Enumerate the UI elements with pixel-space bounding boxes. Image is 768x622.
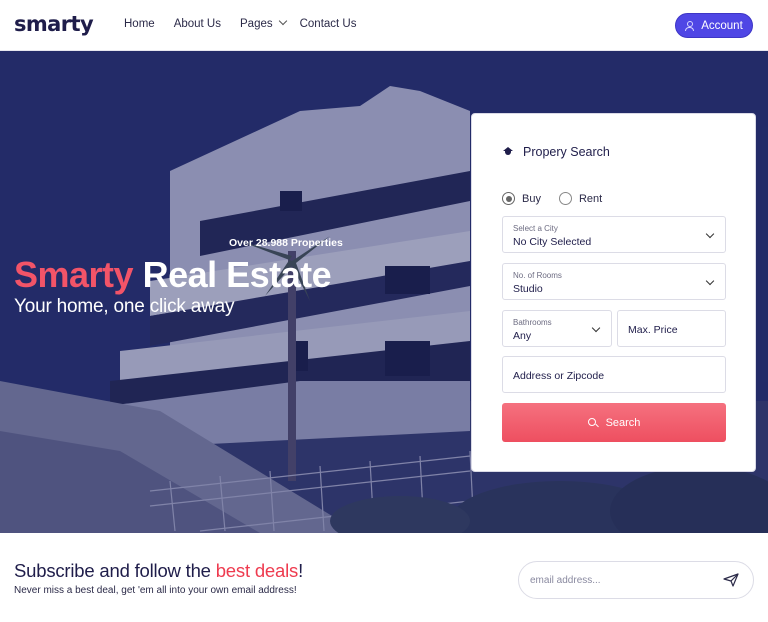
nav-contact-us[interactable]: Contact Us: [300, 18, 357, 30]
address-placeholder: Address or Zipcode: [513, 370, 605, 382]
logo[interactable]: smarty: [14, 12, 94, 36]
rooms-select[interactable]: No. of Rooms Studio: [502, 263, 726, 300]
hero-title: Smarty Real Estate: [14, 254, 332, 296]
account-button[interactable]: Account: [675, 13, 753, 38]
radio-rent-label[interactable]: Rent: [579, 193, 602, 205]
user-icon: [685, 20, 695, 31]
subscribe-title-accent: best deals: [215, 560, 299, 581]
subscribe-title: Subscribe and follow the best deals!: [14, 560, 303, 582]
nav-pages-label: Pages: [240, 18, 273, 30]
chevron-down-icon: [591, 323, 601, 333]
send-icon[interactable]: [723, 573, 739, 587]
email-input[interactable]: email address...: [518, 561, 754, 599]
chevron-down-icon: [705, 229, 715, 239]
max-price-placeholder: Max. Price: [628, 324, 678, 336]
radio-buy-label[interactable]: Buy: [522, 193, 541, 205]
account-label: Account: [701, 19, 743, 32]
hero-subtitle: Your home, one click away: [14, 296, 235, 317]
nav-about-us[interactable]: About Us: [174, 18, 221, 30]
city-select[interactable]: Select a City No City Selected: [502, 216, 726, 253]
property-search-card: Propery Search Buy Rent Select a City No…: [471, 113, 756, 472]
address-input[interactable]: Address or Zipcode: [502, 356, 726, 393]
bathrooms-select[interactable]: Bathrooms Any: [502, 310, 612, 347]
city-select-value: No City Selected: [513, 236, 592, 248]
radio-buy[interactable]: [502, 192, 515, 205]
search-icon: [587, 417, 598, 428]
nav-home[interactable]: Home: [124, 18, 155, 30]
city-select-label: Select a City: [513, 224, 558, 233]
subscribe-text: Never miss a best deal, get 'em all into…: [14, 585, 297, 596]
chevron-down-icon: [705, 276, 715, 286]
hero-title-rest: Real Estate: [133, 254, 332, 295]
nav-pages[interactable]: Pages: [240, 16, 287, 30]
top-navbar: smarty Home About Us Pages Contact Us Ac…: [0, 0, 768, 51]
rooms-select-label: No. of Rooms: [513, 271, 562, 280]
email-placeholder: email address...: [530, 575, 601, 586]
search-card-title-text: Propery Search: [523, 145, 610, 159]
search-card-title: Propery Search: [502, 145, 610, 159]
graduation-cap-icon: [502, 147, 514, 157]
bathrooms-select-label: Bathrooms: [513, 318, 552, 327]
buy-rent-toggle: Buy Rent: [502, 192, 602, 205]
radio-rent[interactable]: [558, 192, 572, 205]
subscribe-title-end: !: [298, 560, 304, 581]
max-price-input[interactable]: Max. Price: [617, 310, 726, 347]
bathrooms-select-value: Any: [513, 330, 532, 342]
hero-title-accent: Smarty: [14, 254, 134, 295]
subscribe-title-start: Subscribe and follow the: [14, 560, 216, 581]
main-menu: Home About Us Pages Contact Us: [124, 16, 357, 30]
chevron-down-icon: [278, 16, 287, 26]
properties-count: Over 28.988 Properties: [229, 237, 343, 249]
rooms-select-value: Studio: [513, 283, 543, 295]
search-button[interactable]: Search: [502, 403, 726, 442]
search-button-label: Search: [605, 416, 641, 429]
